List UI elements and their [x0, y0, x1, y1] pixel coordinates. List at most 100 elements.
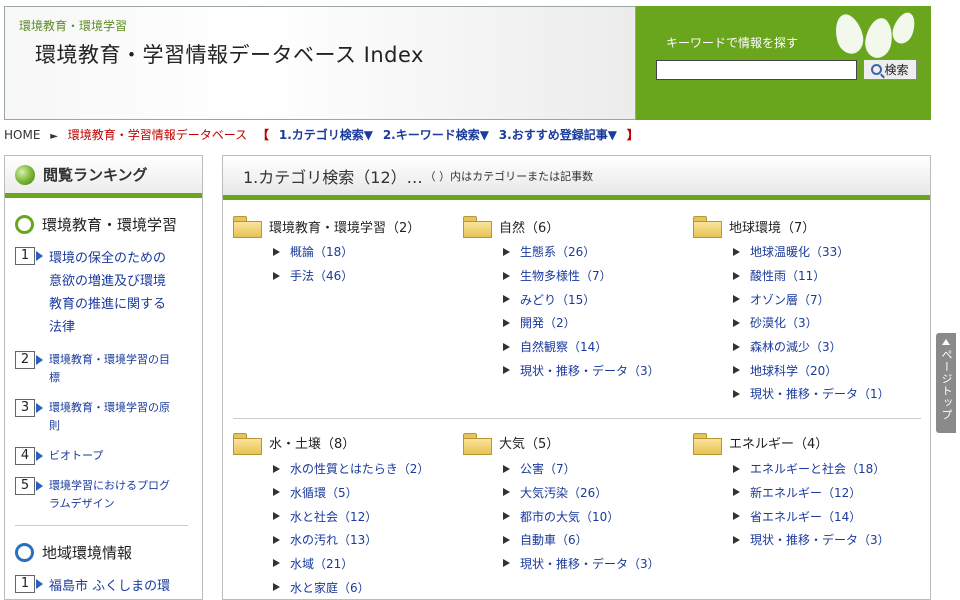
arrow-right-icon	[36, 481, 43, 491]
subcategory-link[interactable]: 現状・推移・データ（3）	[520, 362, 660, 379]
divider	[233, 417, 921, 419]
subcategory-link[interactable]: 大気汚染（26）	[520, 484, 607, 501]
subcategory-item: 水の汚れ（13）	[273, 528, 463, 552]
jump-link-recommended[interactable]: 3.おすすめ登録記事▼	[499, 126, 617, 143]
subcategory-list: エネルギーと社会（18） 新エネルギー（12） 省エネルギー（14） 現状・推移・デー…	[733, 457, 923, 552]
ranking-item[interactable]: 3 環境教育・環境学習の原則	[15, 399, 202, 435]
category-column: 水・土壌（8） 水の性質とはたらき（2） 水循環（5） 水と社会（12） 水の汚れ（13…	[233, 431, 463, 599]
leaf-logo-icon	[831, 9, 926, 60]
subcategory-link[interactable]: 新エネルギー（12）	[750, 484, 861, 501]
subcategory-link[interactable]: 水域（21）	[290, 555, 353, 572]
category-heading[interactable]: 環境教育・環境学習（2）	[233, 214, 463, 238]
category-column: 環境教育・環境学習（2） 概論（18） 手法（46）	[233, 214, 463, 406]
category-name[interactable]: エネルギー（4）	[729, 433, 828, 452]
subcategory-item: 自然観察（14）	[503, 335, 693, 359]
subcategory-link[interactable]: エネルギーと社会（18）	[750, 460, 885, 477]
subcategory-item: 概論（18）	[273, 240, 463, 264]
subcategory-link[interactable]: 生物多様性（7）	[520, 267, 612, 284]
subcategory-item: 新エネルギー（12）	[733, 481, 923, 505]
arrow-right-icon	[36, 451, 43, 461]
site-header: 環境教育・環境学習 環境教育・学習情報データベース Index キーワードで情報…	[4, 6, 931, 120]
category-heading[interactable]: 大気（5）	[463, 431, 693, 455]
triangle-bullet-icon	[503, 271, 510, 280]
subcategory-link[interactable]: 水の汚れ（13）	[290, 531, 377, 548]
ranking-section-label: 地域環境情報	[42, 544, 133, 562]
category-heading[interactable]: 水・土壌（8）	[233, 431, 463, 455]
triangle-bullet-icon	[503, 366, 510, 375]
ranking-link[interactable]: 環境教育・環境学習の目標	[49, 351, 177, 387]
site-title[interactable]: 環境教育・学習情報データベース Index	[35, 39, 424, 69]
subcategory-list: 公害（7） 大気汚染（26） 都市の大気（10） 自動車（6） 現状・推移・データ（3）	[503, 457, 693, 575]
subcategory-link[interactable]: 公害（7）	[520, 460, 576, 477]
subcategory-link[interactable]: 現状・推移・データ（3）	[750, 531, 890, 548]
category-name[interactable]: 水・土壌（8）	[269, 433, 355, 452]
subcategory-link[interactable]: みどり（15）	[520, 291, 595, 308]
category-name[interactable]: 自然（6）	[499, 217, 559, 236]
subcategory-link[interactable]: 自動車（6）	[520, 531, 588, 548]
breadcrumb-current: 環境教育・学習情報データベース	[67, 128, 248, 142]
category-name[interactable]: 地球環境（7）	[729, 217, 815, 236]
search-button[interactable]: 検索	[863, 59, 917, 80]
triangle-bullet-icon	[503, 295, 510, 304]
subcategory-item: 水域（21）	[273, 552, 463, 576]
subcategory-link[interactable]: 地球科学（20）	[750, 362, 837, 379]
search-icon	[871, 64, 883, 75]
ranking-link[interactable]: 環境教育・環境学習の原則	[49, 399, 177, 435]
subcategory-link[interactable]: 砂漠化（3）	[750, 314, 818, 331]
ranking-link[interactable]: ビオトープ	[49, 447, 177, 465]
page-top-label: ページトップ	[940, 349, 953, 421]
keyword-search-panel: キーワードで情報を探す 検索	[636, 6, 931, 120]
breadcrumb-bracket-open: 【	[257, 128, 270, 142]
subcategory-link[interactable]: 地球温暖化（33）	[750, 243, 849, 260]
subcategory-item: オゾン層（7）	[733, 287, 923, 311]
category-column: 大気（5） 公害（7） 大気汚染（26） 都市の大気（10） 自動車（6） 現状・推移・デ…	[463, 431, 693, 599]
rank-number: 4	[15, 447, 35, 465]
subcategory-link[interactable]: 現状・推移・データ（3）	[520, 555, 660, 572]
keyword-search-input[interactable]	[656, 60, 857, 80]
jump-link-keyword[interactable]: 2.キーワード検索▼	[383, 126, 489, 143]
page-top-button[interactable]: ページトップ	[936, 333, 956, 433]
ranking-item[interactable]: 5 環境学習におけるプログラムデザイン	[15, 477, 202, 513]
triangle-bullet-icon	[503, 247, 510, 256]
category-heading[interactable]: 地球環境（7）	[693, 214, 923, 238]
subcategory-link[interactable]: 水と家庭（6）	[290, 579, 370, 596]
subcategory-link[interactable]: 概論（18）	[290, 243, 353, 260]
breadcrumb: HOME ► 環境教育・学習情報データベース 【 1.カテゴリ検索▼ 2.キーワ…	[4, 126, 645, 142]
ranking-item[interactable]: 2 環境教育・環境学習の目標	[15, 351, 202, 387]
subcategory-link[interactable]: 水の性質とはたらき（2）	[290, 460, 429, 477]
ranking-link[interactable]: 福島市 ふくしまの環	[49, 575, 177, 598]
subcategory-link[interactable]: 生態系（26）	[520, 243, 595, 260]
jump-link-category[interactable]: 1.カテゴリ検索▼	[279, 126, 373, 143]
triangle-bullet-icon	[503, 512, 510, 521]
subcategory-link[interactable]: 水と社会（12）	[290, 508, 377, 525]
subcategory-link[interactable]: 省エネルギー（14）	[750, 508, 861, 525]
ranking-link[interactable]: 環境の保全のための意欲の増進及び環境教育の推進に関する法律	[49, 247, 177, 339]
category-name[interactable]: 大気（5）	[499, 433, 559, 452]
ranking-item[interactable]: 1 環境の保全のための意欲の増進及び環境教育の推進に関する法律	[15, 247, 202, 339]
category-heading[interactable]: 自然（6）	[463, 214, 693, 238]
green-ball-icon	[15, 164, 35, 185]
category-heading[interactable]: エネルギー（4）	[693, 431, 923, 455]
subcategory-link[interactable]: オゾン層（7）	[750, 291, 830, 308]
subcategory-link[interactable]: 手法（46）	[290, 267, 353, 284]
subcategory-link[interactable]: 水循環（5）	[290, 484, 358, 501]
category-note: （ ）内はカテゴリーまたは記事数	[424, 169, 594, 183]
breadcrumb-bracket-close: 】	[626, 128, 639, 142]
breadcrumb-home[interactable]: HOME	[4, 128, 40, 142]
subcategory-item: 公害（7）	[503, 457, 693, 481]
subcategory-item: 水循環（5）	[273, 481, 463, 505]
ranking-item[interactable]: 4 ビオトープ	[15, 447, 202, 465]
subcategory-item: 森林の減少（3）	[733, 335, 923, 359]
subcategory-list: 概論（18） 手法（46）	[273, 240, 463, 287]
ranking-item[interactable]: 1 福島市 ふくしまの環	[15, 575, 202, 598]
subcategory-link[interactable]: 開発（2）	[520, 314, 576, 331]
category-name[interactable]: 環境教育・環境学習（2）	[269, 217, 420, 236]
ranking-link[interactable]: 環境学習におけるプログラムデザイン	[49, 477, 177, 513]
subcategory-link[interactable]: 都市の大気（10）	[520, 508, 619, 525]
subcategory-link[interactable]: 現状・推移・データ（1）	[750, 385, 890, 402]
subcategory-link[interactable]: 自然観察（14）	[520, 338, 607, 355]
triangle-bullet-icon	[733, 271, 740, 280]
subcategory-link[interactable]: 森林の減少（3）	[750, 338, 842, 355]
triangle-bullet-icon	[273, 464, 280, 473]
subcategory-link[interactable]: 酸性雨（11）	[750, 267, 825, 284]
